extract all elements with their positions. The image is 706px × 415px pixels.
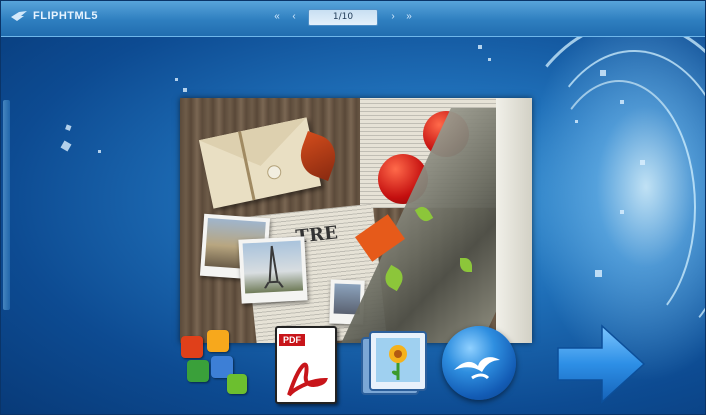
photo-eiffel-tower [238, 236, 308, 304]
acrobat-swirl-icon [287, 362, 328, 397]
eiffel-tower-icon [264, 245, 284, 289]
office-format-button[interactable] [181, 330, 261, 402]
book-page-left[interactable]: T​RE [180, 98, 532, 343]
double-chevron-right-icon: » [406, 11, 412, 22]
brand-logo: FLIPHTML5 [10, 9, 98, 23]
pdf-label: PDF [279, 334, 305, 346]
first-page-button[interactable]: « [270, 11, 284, 23]
chevron-left-icon: ‹ [292, 11, 296, 22]
pdf-format-button[interactable]: PDF [275, 326, 337, 404]
side-scroll-handle[interactable] [3, 100, 10, 310]
next-arrow-icon [557, 324, 646, 404]
green-leaf [460, 258, 472, 272]
logo-text: FLIPHTML5 [33, 10, 98, 22]
last-page-button[interactable]: » [402, 11, 416, 23]
next-arrow-button[interactable] [556, 322, 646, 406]
chevron-right-icon: › [391, 11, 395, 22]
image-format-button[interactable] [358, 330, 430, 400]
openoffice-icon [454, 357, 500, 380]
top-toolbar: FLIPHTML5 « ‹ 1/10 › » [0, 0, 706, 37]
openoffice-format-button[interactable] [442, 326, 516, 400]
page-number-input[interactable]: 1/10 [308, 9, 378, 26]
page-curl[interactable] [496, 98, 532, 343]
next-page-button[interactable]: › [386, 11, 400, 23]
image-file-icon [361, 331, 427, 395]
previous-page-button[interactable]: ‹ [287, 11, 301, 23]
logo-bird-icon [11, 11, 27, 21]
double-chevron-left-icon: « [274, 11, 280, 22]
flipbook-viewer: FLIPHTML5 « ‹ 1/10 › » T​RE [0, 0, 706, 415]
